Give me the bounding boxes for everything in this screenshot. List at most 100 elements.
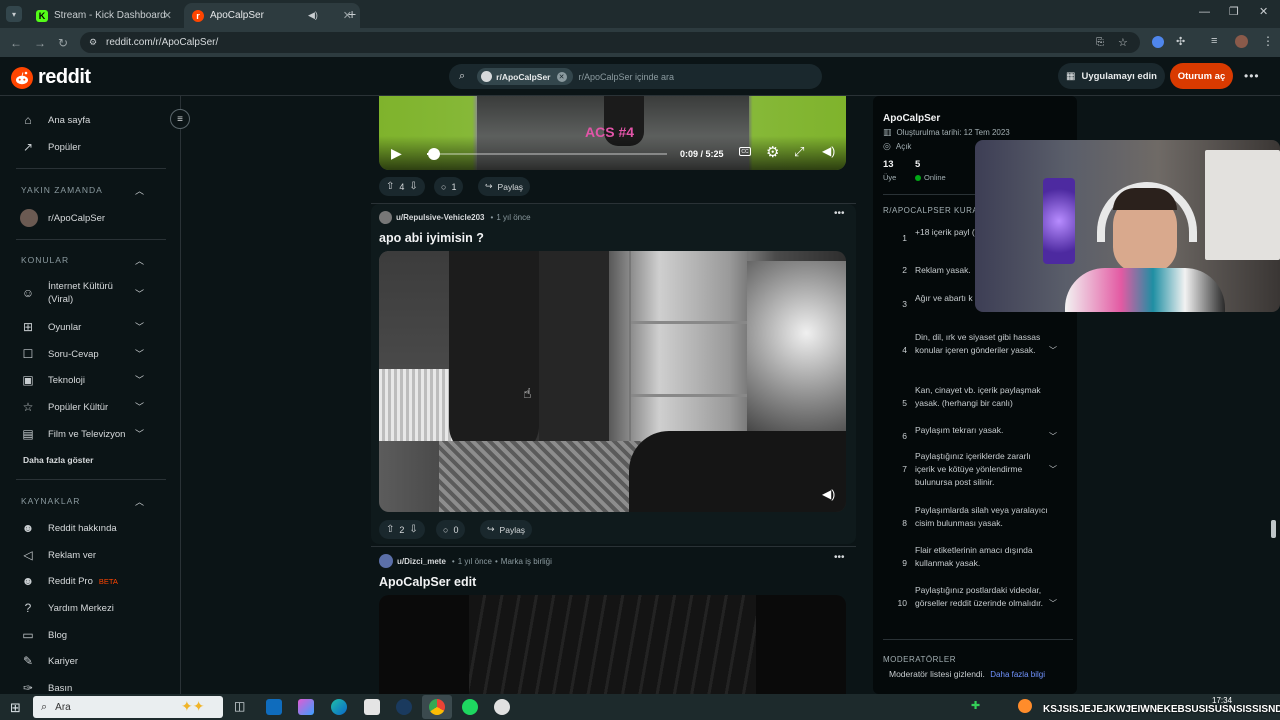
chevron-down-icon[interactable]: ﹀ [135, 373, 144, 386]
sidebar-item-press[interactable]: ✑ Basın [20, 681, 72, 695]
taskbar-search[interactable]: ⌕ Ara ✦✦ [33, 696, 223, 718]
post3-video-player[interactable] [379, 595, 846, 694]
post3-title[interactable]: ApoCalpSer edit [379, 575, 476, 589]
sidebar-item-popular[interactable]: ↗ Popüler [20, 140, 81, 154]
post1-share-button[interactable]: ↪ Paylaş [478, 177, 531, 196]
minimize-button[interactable]: — [1199, 6, 1210, 18]
edge-icon[interactable] [331, 699, 347, 715]
topics-section-title[interactable]: KONULAR [21, 255, 69, 265]
sidebar-item-careers[interactable]: ✎ Kariyer [20, 654, 78, 668]
site-info-icon[interactable]: ⚙ [89, 37, 97, 48]
author-avatar[interactable] [379, 554, 393, 568]
chevron-up-icon[interactable]: ︿ [135, 495, 144, 508]
recent-section-title[interactable]: YAKIN ZAMANDA [21, 185, 103, 195]
post2-vote-button[interactable]: ⇧ 2 ⇩ [379, 520, 425, 539]
post2-video-player[interactable]: ☝ ◀) [379, 251, 846, 512]
chevron-down-icon[interactable]: ﹀ [135, 400, 144, 413]
sidebar-item-apocalpser[interactable]: r/ApoCalpSer [20, 209, 105, 227]
collapse-sidebar-button[interactable]: ≡ [170, 109, 190, 129]
chevron-down-icon[interactable]: ﹀ [135, 320, 144, 333]
more-options-icon[interactable]: ••• [1244, 69, 1260, 83]
tab-kick-dashboard[interactable]: K Stream - Kick Dashboard ✕ [28, 3, 180, 28]
post2-more-icon[interactable]: ••• [834, 208, 845, 219]
sidebar-item-reddit-pro[interactable]: ☻ Reddit Pro BETA [20, 574, 118, 588]
sidebar-item-advertise[interactable]: ◁ Reklam ver [20, 548, 96, 562]
page-scrollbar[interactable] [1271, 520, 1276, 538]
chevron-up-icon[interactable]: ︿ [135, 254, 144, 267]
store-icon[interactable] [364, 699, 380, 715]
chevron-down-icon[interactable]: ﹀ [1049, 344, 1057, 357]
show-more-link[interactable]: Daha fazla göster [23, 455, 93, 465]
spotify-icon[interactable] [462, 699, 478, 715]
settings-gear-icon[interactable]: ⚙ [766, 143, 779, 161]
close-tab-icon[interactable]: ✕ [163, 9, 172, 22]
chevron-down-icon[interactable]: ﹀ [135, 347, 144, 360]
chevron-up-icon[interactable]: ︿ [135, 184, 144, 197]
captions-icon[interactable]: CC [739, 147, 751, 156]
forward-icon[interactable]: → [34, 36, 46, 50]
sidebar-item-blog[interactable]: ▭ Blog [20, 628, 67, 642]
windows-start-icon[interactable]: ⊞ [10, 700, 21, 716]
extension-shield-icon[interactable] [1152, 36, 1164, 48]
steam-icon[interactable] [396, 699, 412, 715]
chrome-icon[interactable] [429, 699, 445, 715]
bookmark-star-icon[interactable]: ☆ [1118, 36, 1128, 49]
sidebar-item-games[interactable]: ⊞ Oyunlar [20, 320, 81, 334]
subreddit-search-chip[interactable]: r/ApoCalpSer ✕ [477, 68, 573, 85]
chevron-down-icon[interactable]: ﹀ [1049, 597, 1057, 610]
post2-title[interactable]: apo abi iyimisin ? [379, 231, 484, 245]
back-icon[interactable]: ← [10, 36, 22, 50]
reload-icon[interactable]: ↻ [58, 36, 68, 50]
sidebar-item-pop-culture[interactable]: ☆ Popüler Kültür [20, 400, 109, 414]
outlook-icon[interactable] [266, 699, 282, 715]
post1-video-player[interactable]: ACS #4 ▶ 0:09 / 5:25 CC ⚙ ⤢ ◀) [379, 96, 846, 170]
chip-remove-icon[interactable]: ✕ [556, 71, 567, 82]
sidebar-item-home[interactable]: ⌂ Ana sayfa [20, 113, 90, 127]
tab-list-button[interactable]: ▾ [6, 6, 22, 22]
volume-icon[interactable]: ◀) [822, 144, 835, 158]
sidebar-item-about[interactable]: ☻ Reddit hakkında [20, 521, 117, 535]
new-tab-button[interactable]: + [348, 6, 356, 22]
sidebar-item-technology[interactable]: ▣ Teknoloji [20, 373, 85, 387]
community-name[interactable]: ApoCalpSer [883, 113, 940, 124]
chevron-down-icon[interactable]: ﹀ [135, 287, 144, 300]
copilot-icon[interactable] [298, 699, 314, 715]
sidebar-item-help[interactable]: ? Yardım Merkezi [20, 601, 114, 615]
tray-expand-icon[interactable]: ✚ [971, 699, 980, 712]
search-bar[interactable]: ⌕ r/ApoCalpSer ✕ r/ApoCalpSer içinde ara [449, 64, 822, 89]
upvote-icon[interactable]: ⇧ [386, 524, 394, 535]
author-link[interactable]: u/Dizci_mete [397, 557, 446, 566]
profile-avatar[interactable] [1235, 35, 1248, 48]
extensions-puzzle-icon[interactable]: ✣ [1176, 35, 1185, 48]
downvote-icon[interactable]: ⇩ [409, 181, 417, 192]
sidebar-item-film-tv[interactable]: ▤ Film ve Televizyon [20, 427, 125, 441]
post3-more-icon[interactable]: ••• [834, 552, 845, 563]
install-app-icon[interactable]: ⎘ [1096, 37, 1104, 48]
resources-section-title[interactable]: KAYNAKLAR [21, 496, 80, 506]
post2-comments-button[interactable]: ○ 0 [436, 520, 466, 539]
chevron-down-icon[interactable]: ﹀ [1049, 463, 1057, 476]
task-view-icon[interactable]: ◫ [234, 699, 245, 713]
learn-more-link[interactable]: Daha fazla bilgi [990, 670, 1045, 679]
post1-comments-button[interactable]: ○ 1 [434, 177, 464, 196]
get-app-button[interactable]: ▦ Uygulamayı edin [1058, 63, 1165, 89]
chevron-down-icon[interactable]: ﹀ [1049, 430, 1057, 443]
reddit-logo[interactable]: reddit [11, 66, 91, 89]
downvote-icon[interactable]: ⇩ [409, 524, 417, 535]
sidebar-item-qa[interactable]: ☐ Soru-Cevap [20, 347, 99, 361]
fullscreen-icon[interactable]: ⤢ [794, 144, 804, 160]
close-window-button[interactable]: ✕ [1259, 5, 1268, 18]
play-icon[interactable]: ▶ [391, 145, 402, 162]
speaker-icon[interactable]: ◀) [308, 10, 318, 21]
upvote-icon[interactable]: ⇧ [386, 181, 394, 192]
post2-share-button[interactable]: ↪ Paylaş [480, 520, 533, 539]
volume-icon[interactable]: ◀) [822, 487, 835, 501]
post1-vote-button[interactable]: ⇧ 4 ⇩ [379, 177, 425, 196]
maximize-button[interactable]: ❐ [1229, 5, 1239, 18]
sidebar-item-internet-culture[interactable]: ☺ İnternet Kültürü (Viral) [20, 280, 170, 306]
author-avatar[interactable] [379, 211, 392, 224]
video-seek-bar[interactable] [427, 153, 667, 155]
address-bar[interactable]: ⚙ reddit.com/r/ApoCalpSer/ ⎘ ☆ [80, 32, 1140, 53]
author-link[interactable]: u/Repulsive-Vehicle203 [396, 213, 485, 222]
login-button[interactable]: Oturum aç [1170, 63, 1233, 89]
